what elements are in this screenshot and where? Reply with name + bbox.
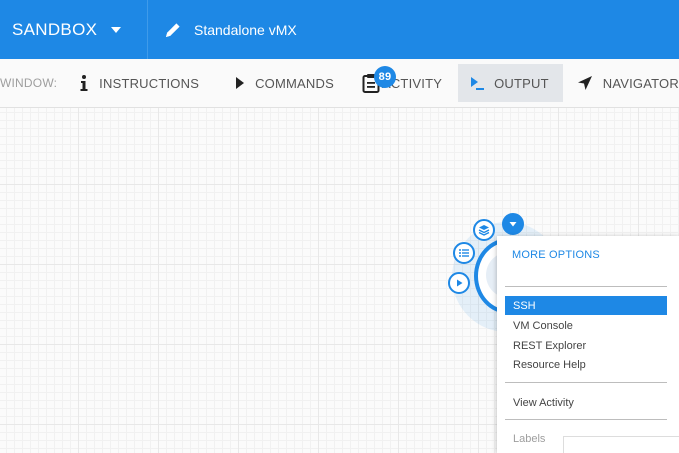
window-toolbar: WINDOW: INSTRUCTIONS COMMANDS 89 ACTIVIT… — [0, 59, 679, 108]
menu-divider — [505, 382, 667, 383]
lab-title[interactable]: Standalone vMX — [148, 0, 297, 59]
node-options-toggle[interactable] — [502, 213, 524, 235]
node-options-menu: MORE OPTIONS SSH VM Console REST Explore… — [497, 236, 679, 453]
menu-item-rest-explorer[interactable]: REST Explorer — [505, 336, 667, 355]
tab-instructions[interactable]: INSTRUCTIONS — [71, 64, 207, 102]
lab-title-text: Standalone vMX — [194, 21, 297, 38]
menu-header-more-options: MORE OPTIONS — [512, 249, 600, 261]
sandbox-label: SANDBOX — [12, 19, 98, 39]
menu-divider — [505, 286, 667, 287]
tab-output[interactable]: OUTPUT — [458, 64, 563, 102]
list-icon — [459, 249, 469, 257]
menu-item-resource-help[interactable]: Resource Help — [505, 355, 667, 374]
top-header-bar: SANDBOX Standalone vMX — [0, 0, 679, 59]
tab-commands[interactable]: COMMANDS — [227, 64, 342, 102]
menu-item-view-activity[interactable]: View Activity — [505, 393, 667, 412]
menu-item-ssh[interactable]: SSH — [505, 296, 667, 315]
tab-output-label: OUTPUT — [494, 75, 549, 91]
navigation-arrow-icon — [577, 76, 592, 90]
layers-icon — [478, 225, 490, 236]
play-triangle-icon — [236, 77, 245, 89]
info-icon — [80, 75, 88, 91]
activity-count-badge: 89 — [373, 66, 396, 88]
chevron-down-icon — [111, 26, 122, 33]
play-icon — [457, 279, 463, 287]
window-label: WINDOW: — [0, 76, 58, 90]
underlying-panel — [563, 436, 679, 453]
node-layers-button[interactable] — [473, 219, 495, 241]
terminal-icon — [471, 77, 485, 90]
node-play-button[interactable] — [448, 272, 470, 294]
tab-commands-label: COMMANDS — [255, 75, 334, 91]
caret-down-icon — [509, 222, 517, 227]
pencil-icon — [166, 22, 180, 37]
node-list-button[interactable] — [453, 242, 475, 264]
tab-navigator[interactable]: NAVIGATOR — [569, 64, 679, 102]
tab-activity[interactable]: 89 ACTIVITY — [354, 64, 450, 102]
menu-divider — [505, 419, 667, 420]
tab-navigator-label: NAVIGATOR — [602, 75, 679, 91]
menu-item-vm-console[interactable]: VM Console — [505, 316, 667, 335]
sandbox-menu-button[interactable]: SANDBOX — [0, 0, 148, 59]
tab-instructions-label: INSTRUCTIONS — [99, 75, 200, 91]
